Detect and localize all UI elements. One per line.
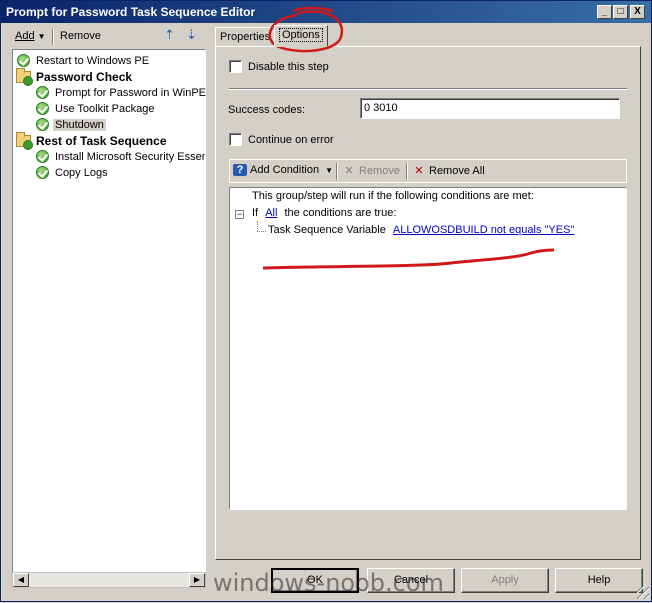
annotation-overlay: [262, 6, 555, 270]
tab-label: Options: [279, 28, 323, 42]
annotation-underline: [262, 248, 555, 270]
tab-options[interactable]: Options: [274, 25, 328, 47]
editor-window: Prompt for Password Task Sequence Editor…: [0, 0, 652, 602]
